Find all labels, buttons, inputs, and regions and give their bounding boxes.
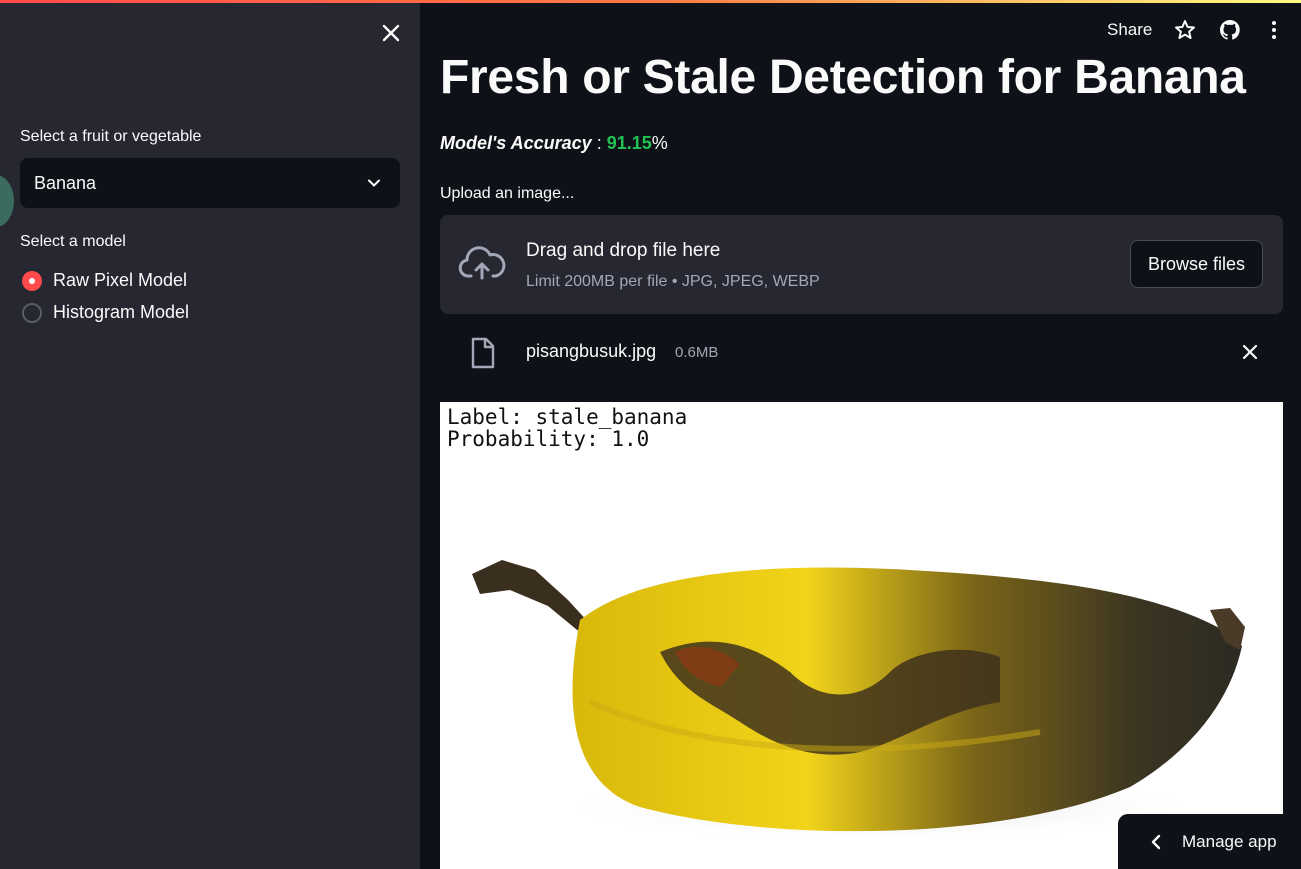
remove-file-icon[interactable] — [1240, 342, 1260, 362]
sidebar: Select a fruit or vegetable Banana Selec… — [0, 0, 420, 869]
accuracy-separator: : — [591, 133, 607, 153]
decorative-circle — [0, 175, 14, 227]
prediction-result-image: Label: stale_banana Probability: 1.0 — [440, 402, 1283, 869]
file-dropzone[interactable]: Drag and drop file here Limit 200MB per … — [440, 215, 1283, 314]
github-icon[interactable] — [1218, 18, 1242, 42]
uploaded-file-row: pisangbusuk.jpg 0.6MB — [440, 330, 1283, 376]
upload-label: Upload an image... — [440, 185, 575, 202]
chevron-left-icon — [1151, 834, 1161, 849]
file-icon — [471, 337, 495, 369]
share-button[interactable]: Share — [1107, 20, 1152, 40]
model-accuracy: Model's Accuracy : 91.15% — [440, 133, 668, 154]
radio-raw-pixel-model[interactable]: Raw Pixel Model — [22, 270, 187, 291]
fruit-select-value: Banana — [34, 172, 97, 193]
manage-app-label: Manage app — [1182, 831, 1277, 851]
file-name: pisangbusuk.jpg — [526, 341, 657, 361]
accuracy-label: Model's Accuracy — [440, 133, 592, 153]
fruit-select-label: Select a fruit or vegetable — [20, 128, 202, 145]
fruit-select[interactable]: Banana — [20, 158, 400, 208]
radio-unselected-icon — [22, 302, 42, 323]
manage-app-button[interactable]: Manage app — [1118, 814, 1283, 869]
radio-selected-icon — [22, 270, 42, 291]
browse-files-button[interactable]: Browse files — [1130, 240, 1263, 288]
file-size: 0.6MB — [675, 344, 719, 361]
dropzone-subtitle: Limit 200MB per file • JPG, JPEG, WEBP — [526, 273, 820, 290]
close-sidebar-icon[interactable] — [378, 20, 404, 46]
dropzone-title: Drag and drop file here — [526, 240, 721, 261]
header-decoration-bar — [0, 0, 1301, 3]
chevron-down-icon — [368, 179, 380, 187]
cloud-upload-icon — [458, 246, 506, 280]
more-vertical-icon[interactable] — [1262, 18, 1286, 42]
model-select-label: Select a model — [20, 233, 126, 250]
banana-image — [472, 560, 1245, 842]
accuracy-unit: % — [651, 133, 668, 153]
radio-histogram-model[interactable]: Histogram Model — [22, 302, 189, 323]
accuracy-value: 91.15 — [606, 133, 652, 153]
radio-label: Histogram Model — [53, 302, 190, 322]
page-title: Fresh or Stale Detection for Banana — [440, 51, 1246, 104]
radio-label: Raw Pixel Model — [53, 270, 188, 290]
star-icon[interactable] — [1173, 18, 1197, 42]
